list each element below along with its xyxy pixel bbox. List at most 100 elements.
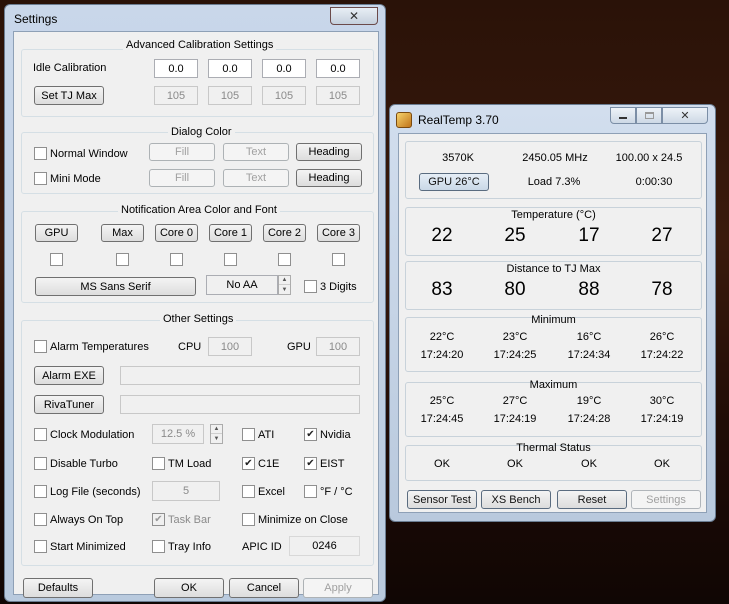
notif-gpu-checkbox[interactable] xyxy=(50,253,63,266)
fahrenheit-checkbox[interactable] xyxy=(304,485,317,498)
normal-window-checkbox[interactable] xyxy=(34,147,47,160)
mini-mode-checkbox[interactable] xyxy=(34,172,47,185)
idle-cal-core0[interactable]: 0.0 xyxy=(154,59,198,78)
uptime: 0:00:30 xyxy=(635,176,673,188)
notif-core3-button[interactable]: Core 3 xyxy=(317,224,360,242)
log-file-checkbox[interactable] xyxy=(34,485,47,498)
clock-modulation-label: Clock Modulation xyxy=(50,429,135,441)
clock-modulation-field[interactable]: 12.5 % xyxy=(152,424,204,444)
idle-cal-core3[interactable]: 0.0 xyxy=(316,59,360,78)
antialias-field[interactable]: No AA xyxy=(206,275,278,295)
set-tjmax-button[interactable]: Set TJ Max xyxy=(34,86,104,105)
tray-info-checkbox[interactable] xyxy=(152,540,165,553)
close-button[interactable]: ✕ xyxy=(330,7,378,25)
c1e-checkbox[interactable]: ✔ xyxy=(242,457,255,470)
start-minimized-checkbox[interactable] xyxy=(34,540,47,553)
cpu-multiplier: 100.00 x 24.5 xyxy=(615,152,683,164)
maximize-button[interactable] xyxy=(636,107,662,124)
minimize-on-close-checkbox[interactable] xyxy=(242,513,255,526)
apply-button[interactable]: Apply xyxy=(303,578,373,598)
gpu-temp-button[interactable]: GPU 26°C xyxy=(419,173,489,191)
log-interval-field[interactable]: 5 xyxy=(152,481,220,501)
core1-max-time: 17:24:19 xyxy=(493,413,537,425)
mini-fill-button[interactable]: Fill xyxy=(149,169,215,187)
normal-heading-button[interactable]: Heading xyxy=(296,143,362,161)
tjmax-core1: 105 xyxy=(208,86,252,105)
alarm-cpu-label: CPU xyxy=(178,341,202,353)
core2-temp: 17 xyxy=(578,225,600,246)
core3-max-time: 17:24:19 xyxy=(640,413,684,425)
alarm-gpu-field[interactable]: 100 xyxy=(316,337,360,356)
alarm-temperatures-checkbox[interactable] xyxy=(34,340,47,353)
window-title: Settings xyxy=(14,12,58,26)
group-title: Notification Area Color and Font xyxy=(118,204,280,216)
core3-min-temp: 26°C xyxy=(649,331,675,343)
settings-button[interactable]: Settings xyxy=(631,490,701,509)
core3-thermal: OK xyxy=(654,458,670,470)
normal-fill-button[interactable]: Fill xyxy=(149,143,215,161)
close-button[interactable]: ✕ xyxy=(662,107,708,124)
notif-core2-button[interactable]: Core 2 xyxy=(263,224,306,242)
settings-window: Settings ✕ Advanced Calibration Settings… xyxy=(4,4,386,602)
tm-load-checkbox[interactable] xyxy=(152,457,165,470)
alarm-exe-path[interactable] xyxy=(120,366,360,385)
core3-temp: 27 xyxy=(651,225,673,246)
notif-gpu-button[interactable]: GPU xyxy=(35,224,78,242)
core0-min-time: 17:24:20 xyxy=(420,349,464,361)
check-icon: ✔ xyxy=(306,429,315,440)
task-bar-checkbox[interactable]: ✔ xyxy=(152,513,165,526)
notif-core0-checkbox[interactable] xyxy=(170,253,183,266)
normal-window-label: Normal Window xyxy=(50,148,128,160)
apic-id-field[interactable]: 0246 xyxy=(289,536,360,556)
check-icon: ✔ xyxy=(154,514,163,525)
idle-cal-core2[interactable]: 0.0 xyxy=(262,59,306,78)
notif-core2-checkbox[interactable] xyxy=(278,253,291,266)
xs-bench-button[interactable]: XS Bench xyxy=(481,490,551,509)
realtemp-app-icon xyxy=(396,112,412,128)
excel-checkbox[interactable] xyxy=(242,485,255,498)
sensor-test-button[interactable]: Sensor Test xyxy=(407,490,477,509)
clock-modulation-checkbox[interactable] xyxy=(34,428,47,441)
alarm-cpu-field[interactable]: 100 xyxy=(208,337,252,356)
defaults-button[interactable]: Defaults xyxy=(23,578,93,598)
rivatuner-path[interactable] xyxy=(120,395,360,414)
minimize-icon xyxy=(619,117,627,119)
notif-max-checkbox[interactable] xyxy=(116,253,129,266)
fahrenheit-label: °F / °C xyxy=(320,486,353,498)
notif-core0-button[interactable]: Core 0 xyxy=(155,224,198,242)
minimize-button[interactable] xyxy=(610,107,636,124)
rivatuner-button[interactable]: RivaTuner xyxy=(34,395,104,414)
alarm-exe-button[interactable]: Alarm EXE xyxy=(34,366,104,385)
notif-core1-button[interactable]: Core 1 xyxy=(209,224,252,242)
normal-text-button[interactable]: Text xyxy=(223,143,289,161)
tjmax-core2: 105 xyxy=(262,86,306,105)
ok-button[interactable]: OK xyxy=(154,578,224,598)
core0-max-time: 17:24:45 xyxy=(420,413,464,425)
three-digits-checkbox[interactable] xyxy=(304,280,317,293)
ati-checkbox[interactable] xyxy=(242,428,255,441)
nvidia-label: Nvidia xyxy=(320,429,351,441)
tjmax-core3: 105 xyxy=(316,86,360,105)
font-button[interactable]: MS Sans Serif xyxy=(35,277,196,296)
nvidia-checkbox[interactable]: ✔ xyxy=(304,428,317,441)
reset-button[interactable]: Reset xyxy=(557,490,627,509)
clock-modulation-spinner[interactable]: ▲ ▼ xyxy=(210,424,223,444)
mini-heading-button[interactable]: Heading xyxy=(296,169,362,187)
tm-load-label: TM Load xyxy=(168,458,212,470)
notif-max-button[interactable]: Max xyxy=(101,224,144,242)
antialias-spinner[interactable]: ▲ ▼ xyxy=(278,275,291,295)
notif-core1-checkbox[interactable] xyxy=(224,253,237,266)
notif-core3-checkbox[interactable] xyxy=(332,253,345,266)
core0-min-temp: 22°C xyxy=(429,331,455,343)
realtemp-window: RealTemp 3.70 ✕ 3570K 2450.05 MHz 100.00… xyxy=(389,104,716,522)
always-on-top-checkbox[interactable] xyxy=(34,513,47,526)
idle-cal-core1[interactable]: 0.0 xyxy=(208,59,252,78)
mini-text-button[interactable]: Text xyxy=(223,169,289,187)
disable-turbo-checkbox[interactable] xyxy=(34,457,47,470)
cancel-button[interactable]: Cancel xyxy=(229,578,299,598)
cpu-load: Load 7.3% xyxy=(527,176,581,188)
excel-label: Excel xyxy=(258,486,285,498)
task-bar-label: Task Bar xyxy=(168,514,211,526)
eist-checkbox[interactable]: ✔ xyxy=(304,457,317,470)
tjmax-core0: 105 xyxy=(154,86,198,105)
